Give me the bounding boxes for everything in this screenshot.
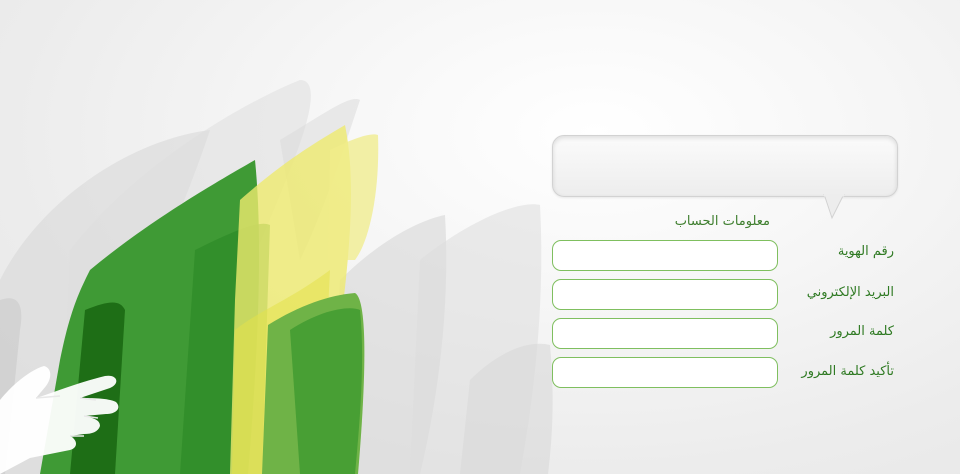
front-green-panel: [262, 293, 365, 474]
speech-bubble-tail-icon: [823, 194, 845, 220]
confirm-password-label: تأكيد كلمة المرور: [801, 364, 894, 379]
speech-bubble: [552, 135, 898, 197]
section-title: معلومات الحساب: [674, 214, 770, 229]
national-id-label: رقم الهوية: [837, 244, 894, 259]
confirm-password-input[interactable]: [552, 357, 778, 388]
email-label: البريد الإلكتروني: [806, 285, 894, 300]
password-label: كلمة المرور: [830, 324, 894, 339]
password-input[interactable]: [552, 318, 778, 349]
national-id-input[interactable]: [552, 240, 778, 271]
decorative-hand-artwork: [0, 80, 553, 474]
email-input[interactable]: [552, 279, 778, 310]
